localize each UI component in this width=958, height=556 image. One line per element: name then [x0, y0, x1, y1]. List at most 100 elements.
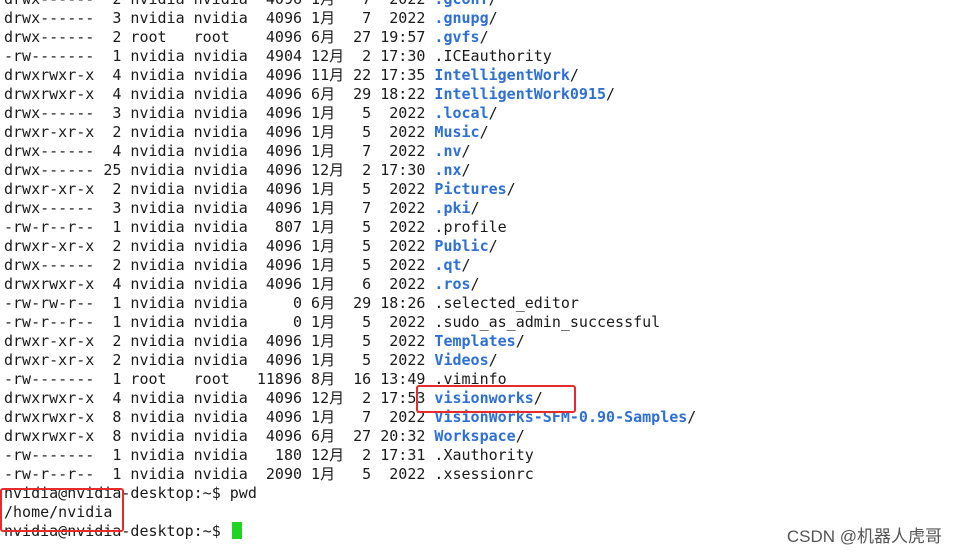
file-metadata: drwxr-xr-x 2 nvidia nvidia 4096 1月 5 202… [4, 332, 435, 350]
directory-name: Workspace [434, 427, 516, 445]
file-name: .xsessionrc [434, 465, 534, 483]
listing-row: drwxr-xr-x 2 nvidia nvidia 4096 1月 5 202… [4, 180, 958, 199]
directory-name: .nv [434, 142, 462, 160]
directory-suffix: / [515, 332, 525, 350]
directory-suffix: / [488, 351, 498, 369]
file-metadata: drwxr-xr-x 2 nvidia nvidia 4096 1月 5 202… [4, 237, 435, 255]
listing-row: drwxrwxr-x 8 nvidia nvidia 4096 1月 7 202… [4, 408, 958, 427]
directory-name: Videos [434, 351, 489, 369]
file-metadata: drwx------ 3 nvidia nvidia 4096 1月 7 202… [4, 9, 435, 27]
directory-suffix: / [479, 28, 489, 46]
file-metadata: drwx------ 25 nvidia nvidia 4096 12月 2 1… [4, 161, 435, 179]
listing-row: -rw-r--r-- 1 nvidia nvidia 807 1月 5 2022… [4, 218, 958, 237]
directory-name: .gconf [434, 0, 488, 8]
listing-row: drwxrwxr-x 4 nvidia nvidia 4096 12月 2 17… [4, 389, 958, 408]
file-name: .selected_editor [434, 294, 579, 312]
directory-suffix: / [470, 275, 480, 293]
directory-suffix: / [488, 104, 498, 122]
file-metadata: drwxrwxr-x 4 nvidia nvidia 4096 1月 6 202… [4, 275, 435, 293]
directory-name: VisionWorks-SFM-0.90-Samples [434, 408, 688, 426]
directory-suffix: / [533, 389, 543, 407]
directory-suffix: / [506, 180, 516, 198]
directory-suffix: / [488, 237, 498, 255]
listing-row: drwxrwxr-x 4 nvidia nvidia 4096 6月 29 18… [4, 85, 958, 104]
file-metadata: drwxrwxr-x 8 nvidia nvidia 4096 1月 7 202… [4, 408, 435, 426]
listing-row: drwx------ 3 nvidia nvidia 4096 1月 5 202… [4, 104, 958, 123]
listing-row: drwx------ 25 nvidia nvidia 4096 12月 2 1… [4, 161, 958, 180]
file-metadata: -rw-r--r-- 1 nvidia nvidia 0 1月 5 2022 [4, 313, 435, 331]
directory-name: visionworks [434, 389, 534, 407]
directory-name: IntelligentWork [434, 66, 570, 84]
file-metadata: drwx------ 3 nvidia nvidia 4096 1月 5 202… [4, 104, 435, 122]
listing-row: drwxr-xr-x 2 nvidia nvidia 4096 1月 5 202… [4, 123, 958, 142]
listing-row: drwxrwxr-x 4 nvidia nvidia 4096 1月 6 202… [4, 275, 958, 294]
listing-row: drwx------ 3 nvidia nvidia 4096 1月 7 202… [4, 9, 958, 28]
directory-name: .pki [434, 199, 471, 217]
directory-name: .local [434, 104, 489, 122]
ls-listing: drwx------ 2 nvidia nvidia 4096 1月 7 202… [4, 0, 958, 484]
csdn-watermark: CSDN @机器人虎哥 [786, 527, 942, 546]
file-metadata: -rw-r--r-- 1 nvidia nvidia 807 1月 5 2022 [4, 218, 435, 236]
listing-row: drwxr-xr-x 2 nvidia nvidia 4096 1月 5 202… [4, 237, 958, 256]
directory-name: IntelligentWork0915 [434, 85, 607, 103]
file-metadata: drwxrwxr-x 8 nvidia nvidia 4096 6月 27 20… [4, 427, 435, 445]
directory-suffix: / [461, 161, 471, 179]
listing-row: -rw------- 1 nvidia nvidia 180 12月 2 17:… [4, 446, 958, 465]
directory-suffix: / [461, 142, 471, 160]
directory-name: Music [434, 123, 480, 141]
file-name: .profile [434, 218, 507, 236]
file-metadata: drwxr-xr-x 2 nvidia nvidia 4096 1月 5 202… [4, 351, 435, 369]
directory-suffix: / [515, 427, 525, 445]
listing-row: drwxr-xr-x 2 nvidia nvidia 4096 1月 5 202… [4, 332, 958, 351]
file-metadata: drwx------ 2 root root 4096 6月 27 19:57 [4, 28, 435, 46]
file-metadata: drwx------ 3 nvidia nvidia 4096 1月 7 202… [4, 199, 435, 217]
file-name: .Xauthority [434, 446, 534, 464]
listing-row: drwx------ 3 nvidia nvidia 4096 1月 7 202… [4, 199, 958, 218]
file-metadata: -rw------- 1 root root 11896 8月 16 13:49 [4, 370, 435, 388]
file-metadata: drwx------ 4 nvidia nvidia 4096 1月 7 202… [4, 142, 435, 160]
shell-prompt: nvidia@nvidia-desktop:~$ [4, 484, 221, 502]
file-metadata: drwxrwxr-x 4 nvidia nvidia 4096 6月 29 18… [4, 85, 435, 103]
directory-name: Pictures [434, 180, 507, 198]
file-metadata: drwx------ 2 nvidia nvidia 4096 1月 5 202… [4, 256, 435, 274]
directory-suffix: / [488, 9, 498, 27]
directory-name: Templates [434, 332, 516, 350]
directory-suffix: / [606, 85, 616, 103]
block-cursor-icon [231, 522, 242, 539]
listing-row: -rw-r--r-- 1 nvidia nvidia 0 1月 5 2022 .… [4, 313, 958, 332]
listing-row: drwx------ 4 nvidia nvidia 4096 1月 7 202… [4, 142, 958, 161]
listing-row: drwxrwxr-x 4 nvidia nvidia 4096 11月 22 1… [4, 66, 958, 85]
file-metadata: drwxr-xr-x 2 nvidia nvidia 4096 1月 5 202… [4, 123, 435, 141]
file-metadata: -rw------- 1 nvidia nvidia 180 12月 2 17:… [4, 446, 435, 464]
directory-suffix: / [489, 0, 498, 8]
file-name: .ICEauthority [434, 47, 552, 65]
listing-row: -rw-r--r-- 1 nvidia nvidia 2090 1月 5 202… [4, 465, 958, 484]
listing-row: -rw------- 1 root root 11896 8月 16 13:49… [4, 370, 958, 389]
directory-name: .gnupg [434, 9, 489, 27]
file-metadata: drwxrwxr-x 4 nvidia nvidia 4096 12月 2 17… [4, 389, 435, 407]
pwd-output: /home/nvidia [4, 503, 113, 521]
file-metadata: drwxrwxr-x 4 nvidia nvidia 4096 11月 22 1… [4, 66, 435, 84]
directory-suffix: / [687, 408, 697, 426]
file-metadata: drwxr-xr-x 2 nvidia nvidia 4096 1月 5 202… [4, 180, 435, 198]
listing-row: drwxr-xr-x 2 nvidia nvidia 4096 1月 5 202… [4, 351, 958, 370]
directory-suffix: / [479, 123, 489, 141]
directory-name: .qt [434, 256, 462, 274]
listing-row: drwx------ 2 nvidia nvidia 4096 1月 5 202… [4, 256, 958, 275]
file-name: .sudo_as_admin_successful [434, 313, 661, 331]
directory-suffix: / [470, 199, 480, 217]
listing-row: drwx------ 2 root root 4096 6月 27 19:57 … [4, 28, 958, 47]
listing-row: drwx------ 2 nvidia nvidia 4096 1月 7 202… [4, 0, 958, 9]
pwd-command-line: nvidia@nvidia-desktop:~$ pwd [4, 484, 958, 503]
directory-name: .nx [434, 161, 462, 179]
file-metadata: drwx------ 2 nvidia nvidia 4096 1月 7 202… [4, 0, 434, 8]
file-metadata: -rw------- 1 nvidia nvidia 4904 12月 2 17… [4, 47, 435, 65]
directory-name: .ros [434, 275, 471, 293]
shell-prompt: nvidia@nvidia-desktop:~$ [4, 522, 221, 540]
terminal-window[interactable]: drwx------ 2 nvidia nvidia 4096 1月 7 202… [0, 0, 958, 556]
directory-name: Public [434, 237, 489, 255]
file-metadata: -rw-r--r-- 1 nvidia nvidia 2090 1月 5 202… [4, 465, 435, 483]
directory-suffix: / [569, 66, 579, 84]
listing-row: -rw-rw-r-- 1 nvidia nvidia 0 6月 29 18:26… [4, 294, 958, 313]
file-metadata: -rw-rw-r-- 1 nvidia nvidia 0 6月 29 18:26 [4, 294, 435, 312]
